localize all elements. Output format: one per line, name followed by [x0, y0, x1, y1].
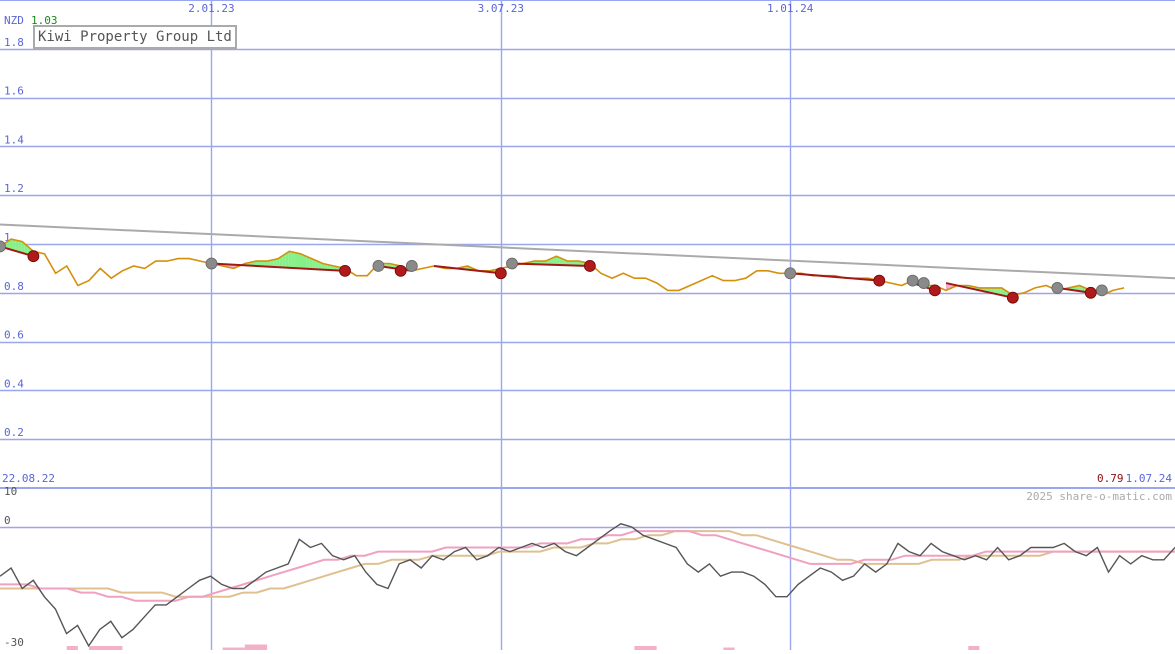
- area-fill-above: [304, 255, 307, 269]
- watermark: 2025 share-o-matic.com: [1026, 490, 1172, 503]
- trend-marker-high: [206, 258, 217, 269]
- trend-marker-low: [1007, 292, 1018, 303]
- stock-chart: 2.01.233.07.231.01.24 0.20.40.60.811.21.…: [0, 0, 1175, 650]
- x-tick-label: 2.01.23: [188, 2, 234, 15]
- chart-canvas: 2.01.233.07.231.01.24 0.20.40.60.811.21.…: [0, 0, 1175, 650]
- trend-marker-low: [28, 251, 39, 262]
- trend-segments-group: [0, 246, 1091, 297]
- y-tick-label: 1.6: [4, 85, 24, 98]
- osc-y-tick-label: -30: [4, 636, 24, 649]
- area-fill-above: [298, 253, 301, 268]
- y-tick-label: 0.8: [4, 280, 24, 293]
- trend-marker-low: [495, 268, 506, 279]
- signal-tan-line: [0, 531, 1175, 597]
- volume-bar: [89, 646, 122, 650]
- volume-bars-group: [67, 645, 980, 651]
- trend-marker-high: [373, 260, 384, 271]
- volume-bar: [634, 646, 656, 650]
- trend-marker-low: [340, 265, 351, 276]
- trend-marker-high: [1096, 285, 1107, 296]
- oscillator-main-line: [0, 524, 1175, 646]
- trend-marker-low: [874, 275, 885, 286]
- trend-marker-high: [785, 268, 796, 279]
- y-tick-label: 0.6: [4, 329, 24, 342]
- trend-marker-high: [406, 260, 417, 271]
- trend-marker-low: [929, 285, 940, 296]
- trend-marker-high: [1052, 282, 1063, 293]
- volume-bar: [67, 646, 78, 650]
- y-tick-label: 0.4: [4, 377, 24, 390]
- trend-marker-low: [395, 265, 406, 276]
- currency-label: NZD: [4, 14, 24, 27]
- trend-marker-high: [907, 275, 918, 286]
- x-tick-labels: 2.01.23 3.07.23 1.01.24: [188, 2, 813, 15]
- end-date-label: 1.07.24: [1126, 472, 1173, 485]
- y-tick-label: 1.2: [4, 182, 24, 195]
- signal-pink-line: [0, 531, 1175, 601]
- trend-marker-low: [584, 260, 595, 271]
- area-fill-above: [289, 252, 292, 268]
- area-fill-above: [301, 254, 304, 269]
- last-value-label: 0.79: [1097, 472, 1124, 485]
- x-tick-label: 3.07.23: [478, 2, 524, 15]
- trend-marker-low: [1085, 287, 1096, 298]
- trend-area-fills: [0, 239, 1091, 297]
- osc-y-tick-label: 0: [4, 514, 11, 527]
- trend-marker-high: [918, 278, 929, 289]
- trend-segment: [790, 273, 879, 280]
- x-tick-label: 1.01.24: [767, 2, 814, 15]
- oscillator-group: [0, 524, 1175, 646]
- chart-title: Kiwi Property Group Ltd: [33, 25, 237, 49]
- start-date-label: 22.08.22: [2, 472, 55, 485]
- price-line: [0, 239, 1124, 295]
- trend-marker-high: [506, 258, 517, 269]
- volume-bar: [968, 646, 979, 650]
- volume-bar: [245, 645, 267, 651]
- osc-y-tick-label: 10: [4, 485, 17, 498]
- area-fill-above: [292, 252, 295, 268]
- y-tick-label: 1.4: [4, 133, 24, 146]
- area-fill-above: [295, 253, 298, 269]
- y-tick-label: 0.2: [4, 426, 24, 439]
- y-tick-label: 1.8: [4, 36, 24, 49]
- price-line-group: [0, 239, 1124, 295]
